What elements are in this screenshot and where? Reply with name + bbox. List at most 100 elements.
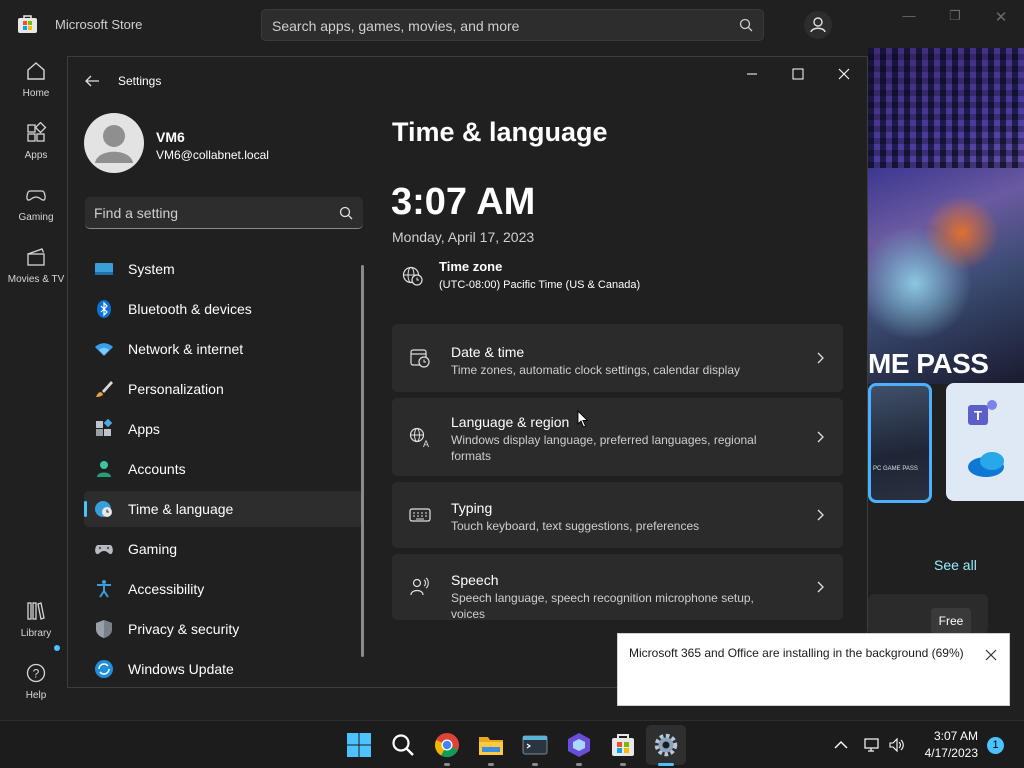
chevron-right-icon	[817, 581, 824, 593]
see-all-link[interactable]: See all	[934, 557, 977, 573]
install-notification-toast[interactable]: Microsoft 365 and Office are installing …	[617, 633, 1010, 706]
nav-library[interactable]: Library	[0, 600, 72, 639]
teams-onedrive-icon: T	[968, 400, 1004, 477]
sidebar-scrollbar[interactable]	[361, 265, 364, 657]
language-region-card[interactable]: A Language & region Windows display lang…	[392, 398, 843, 476]
nav-home[interactable]: Home	[0, 60, 72, 99]
notification-badge[interactable]: 1	[987, 737, 1004, 754]
wifi-icon	[95, 343, 113, 356]
sidebar-item-label: Apps	[128, 421, 160, 437]
sidebar-item-accounts[interactable]: Accounts	[84, 451, 364, 487]
maximize-icon[interactable]	[775, 63, 821, 85]
sidebar-item-bluetooth[interactable]: Bluetooth & devices	[84, 291, 364, 327]
sidebar-item-label: Accounts	[128, 461, 186, 477]
copilot-running-indicator	[576, 763, 582, 766]
sidebar-item-label: System	[128, 261, 175, 277]
game-pass-hero-banner[interactable]: ME PASS	[868, 48, 1024, 384]
search-icon[interactable]	[339, 206, 353, 220]
network-icon[interactable]	[863, 736, 881, 754]
chrome-running-indicator	[444, 763, 450, 766]
sidebar-item-label: Gaming	[128, 541, 178, 557]
sidebar-item-gaming[interactable]: Gaming	[84, 531, 364, 567]
sidebar-item-label: Windows Update	[128, 661, 234, 677]
speech-icon	[410, 577, 429, 596]
sidebar-item-privacy[interactable]: Privacy & security	[84, 611, 364, 647]
avatar[interactable]	[84, 113, 144, 173]
sidebar-item-system[interactable]: System	[84, 251, 364, 287]
store-icon[interactable]	[609, 731, 637, 759]
nav-help[interactable]: ? Help	[0, 662, 72, 701]
sidebar-item-label: Network & internet	[128, 341, 244, 357]
terminal-running-indicator	[532, 763, 538, 766]
nav-movies-tv-label: Movies & TV	[7, 274, 65, 285]
svg-text:A: A	[423, 439, 429, 448]
sidebar-item-apps[interactable]: Apps	[84, 411, 364, 447]
chevron-right-icon	[817, 431, 824, 443]
sidebar-item-accessibility[interactable]: Accessibility	[84, 571, 364, 607]
toast-message: Microsoft 365 and Office are installing …	[629, 646, 964, 660]
card-description: Windows display language, preferred lang…	[451, 433, 757, 463]
pc-game-pass-tile[interactable]: PC GAME PASS	[868, 383, 932, 503]
nav-help-label: Help	[25, 690, 47, 701]
sidebar-item-label: Time & language	[128, 501, 234, 517]
search-icon[interactable]	[389, 731, 417, 759]
store-close-button[interactable]: ✕	[986, 8, 1016, 26]
store-search-input[interactable]: Search apps, games, movies, and more	[261, 9, 764, 41]
date-time-card[interactable]: Date & time Time zones, automatic clock …	[392, 324, 843, 392]
accounts-icon	[97, 461, 111, 477]
bluetooth-icon	[97, 300, 111, 318]
chevron-right-icon	[817, 352, 824, 364]
store-logo-icon	[18, 15, 37, 33]
nav-apps-label: Apps	[24, 150, 48, 161]
nav-gaming[interactable]: Gaming	[0, 184, 72, 223]
nav-movies-tv[interactable]: Movies & TV	[0, 246, 72, 285]
shield-icon	[96, 620, 112, 638]
store-minimize-button[interactable]: —	[894, 8, 924, 26]
search-icon[interactable]	[739, 18, 753, 32]
speech-card[interactable]: Speech Speech language, speech recogniti…	[392, 554, 843, 621]
apps-icon	[96, 419, 113, 436]
card-title: Date & time	[451, 344, 525, 360]
library-icon	[27, 602, 45, 620]
store-app-title: Microsoft Store	[55, 17, 143, 32]
minimize-icon[interactable]	[729, 63, 775, 85]
accessibility-icon	[97, 580, 111, 598]
volume-icon[interactable]	[888, 736, 906, 754]
user-icon	[810, 17, 826, 33]
taskbar-time[interactable]: 3:07 AM	[918, 729, 978, 743]
microsoft-365-tile[interactable]: T	[946, 383, 1024, 501]
find-setting-input[interactable]: Find a setting	[85, 197, 363, 229]
back-arrow-icon[interactable]	[82, 71, 102, 91]
chevron-up-icon[interactable]	[832, 736, 850, 754]
sidebar-item-time-language[interactable]: Time & language	[84, 491, 364, 527]
keyboard-icon	[409, 508, 431, 522]
store-titlebar: Microsoft Store Search apps, games, movi…	[0, 0, 1024, 48]
hero-title: ME PASS	[868, 348, 989, 379]
taskbar-date[interactable]: 4/17/2023	[912, 746, 978, 760]
nav-library-label: Library	[20, 628, 52, 639]
nav-apps[interactable]: Apps	[0, 122, 72, 161]
sidebar-item-windows-update[interactable]: Windows Update	[84, 651, 364, 687]
globe-clock-icon	[95, 501, 112, 517]
sidebar-item-label: Accessibility	[128, 581, 205, 597]
close-icon[interactable]	[821, 63, 867, 85]
settings-icon[interactable]	[652, 731, 680, 759]
card-title: Language & region	[451, 414, 570, 430]
file-explorer-icon[interactable]	[477, 731, 505, 759]
sidebar-item-network[interactable]: Network & internet	[84, 331, 364, 367]
close-icon[interactable]	[984, 648, 998, 662]
copilot-icon[interactable]	[565, 731, 593, 759]
start-icon[interactable]	[345, 731, 373, 759]
terminal-icon[interactable]	[521, 731, 549, 759]
nav-home-label: Home	[22, 88, 50, 99]
settings-active-indicator	[658, 763, 674, 766]
typing-card[interactable]: Typing Touch keyboard, text suggestions,…	[392, 482, 843, 548]
chrome-icon[interactable]	[433, 731, 461, 759]
free-price-button[interactable]: Free	[931, 608, 971, 634]
tile-caption: PC GAME PASS	[873, 466, 918, 472]
settings-sidebar: System Bluetooth & devices Network & int…	[84, 251, 364, 691]
sidebar-item-personalization[interactable]: Personalization	[84, 371, 364, 407]
store-account-button[interactable]	[804, 11, 832, 39]
current-time: 3:07 AM	[391, 181, 536, 223]
store-maximize-button[interactable]: ❐	[940, 8, 970, 26]
